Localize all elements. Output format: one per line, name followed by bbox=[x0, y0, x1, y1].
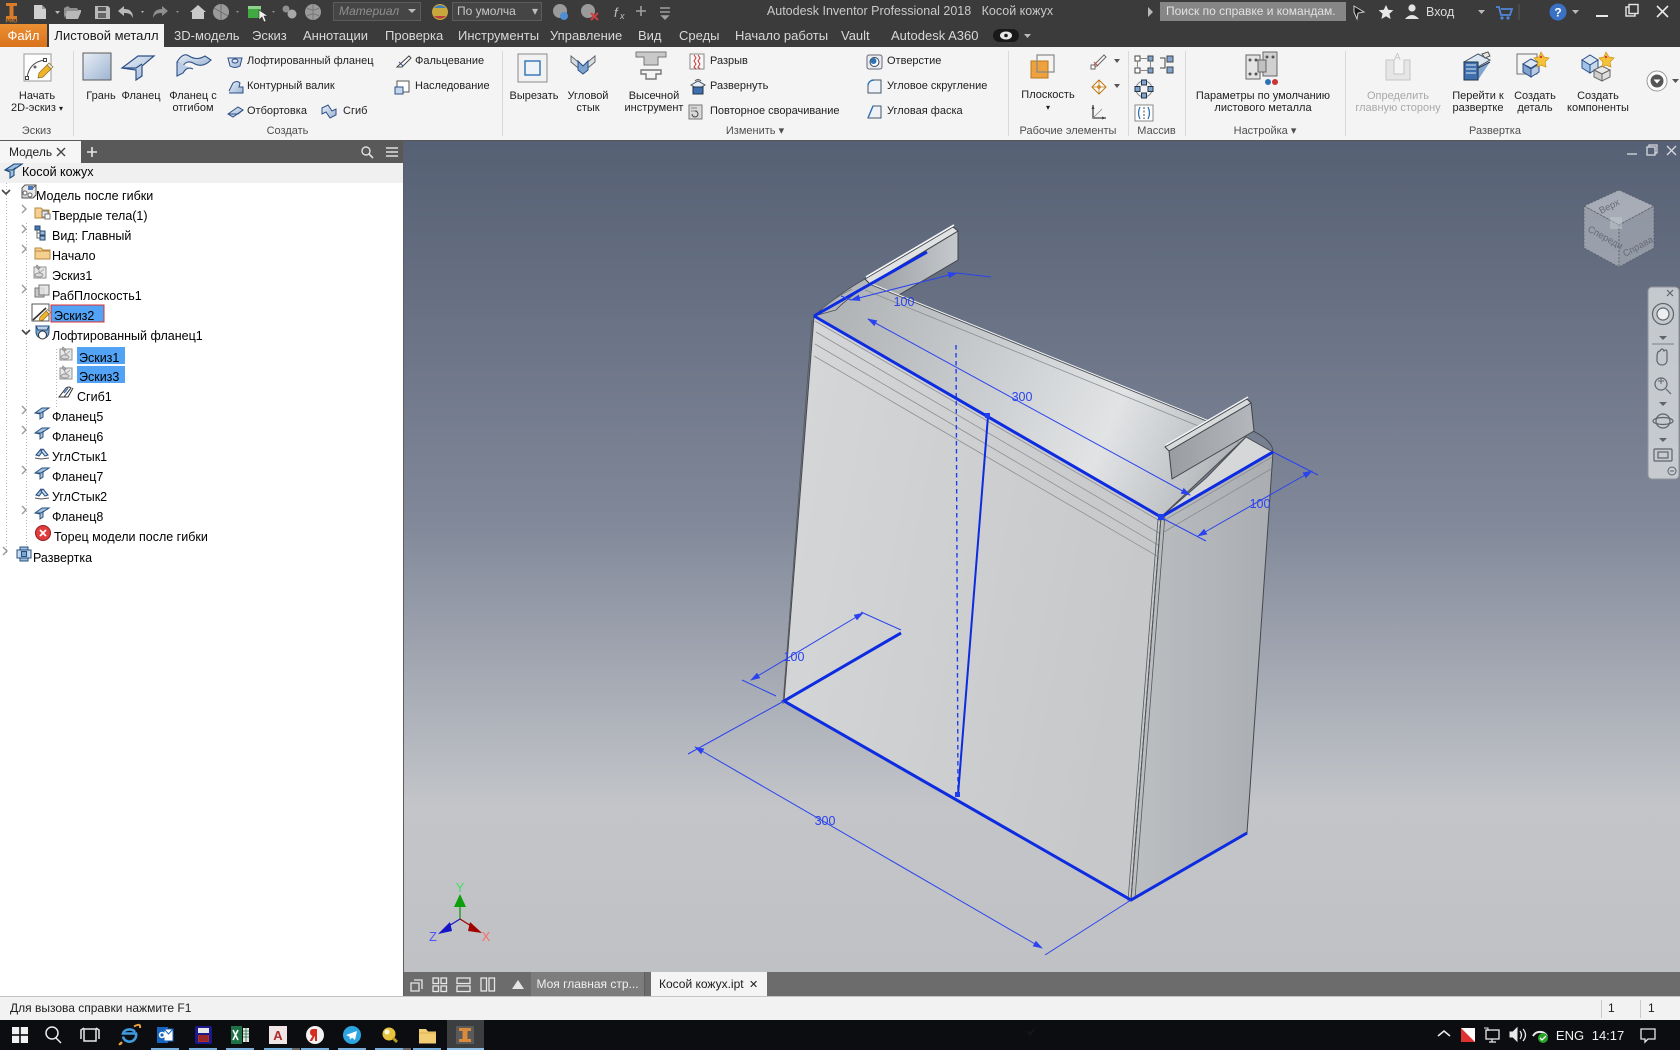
svg-text:X: X bbox=[482, 929, 491, 944]
svg-text:Z: Z bbox=[429, 929, 437, 944]
svg-text:Развертка: Развертка bbox=[33, 551, 92, 565]
svg-text:Фланец7: Фланец7 bbox=[52, 470, 103, 484]
svg-text:Модель после гибки: Модель после гибки bbox=[36, 189, 153, 203]
svg-text:Начало: Начало bbox=[52, 249, 96, 263]
svg-text:УглСтык2: УглСтык2 bbox=[52, 490, 107, 504]
svg-text:Сгиб1: Сгиб1 bbox=[77, 390, 112, 404]
svg-text:Фланец8: Фланец8 bbox=[52, 510, 103, 524]
svg-text:Эскиз1: Эскиз1 bbox=[79, 351, 119, 365]
svg-text:x: x bbox=[619, 11, 625, 21]
svg-text:A: A bbox=[1394, 52, 1401, 63]
svg-text:Y: Y bbox=[456, 880, 465, 895]
svg-text:Косой кожух: Косой кожух bbox=[22, 165, 94, 179]
svg-text:100: 100 bbox=[784, 650, 805, 664]
svg-text:?: ? bbox=[1554, 6, 1561, 20]
svg-text:УглСтык1: УглСтык1 bbox=[52, 450, 107, 464]
svg-text:100: 100 bbox=[1250, 497, 1271, 511]
svg-text:РабПлоскость1: РабПлоскость1 bbox=[52, 289, 142, 303]
svg-text:Фланец6: Фланец6 bbox=[52, 430, 103, 444]
svg-text:Твердые тела(1): Твердые тела(1) bbox=[52, 209, 148, 223]
svg-text:Эскиз1: Эскиз1 bbox=[52, 269, 92, 283]
svg-text:14:17: 14:17 bbox=[1592, 1028, 1625, 1043]
svg-text:Вход: Вход bbox=[1426, 5, 1455, 19]
svg-text:Торец модели после гибки: Торец модели после гибки bbox=[54, 530, 208, 544]
svg-text:Лофтированный фланец1: Лофтированный фланец1 bbox=[52, 329, 203, 343]
svg-text:300: 300 bbox=[815, 814, 836, 828]
svg-text:f: f bbox=[614, 5, 619, 20]
svg-text:300: 300 bbox=[1012, 390, 1033, 404]
svg-text:Вид: Главный: Вид: Главный bbox=[52, 229, 131, 243]
svg-text:Эскиз2: Эскиз2 bbox=[54, 309, 94, 323]
svg-text:A: A bbox=[273, 1028, 283, 1043]
svg-text:ENG: ENG bbox=[1556, 1028, 1584, 1043]
svg-text:Эскиз3: Эскиз3 bbox=[79, 370, 119, 384]
svg-text:100: 100 bbox=[894, 295, 915, 309]
svg-text:Фланец5: Фланец5 bbox=[52, 410, 103, 424]
